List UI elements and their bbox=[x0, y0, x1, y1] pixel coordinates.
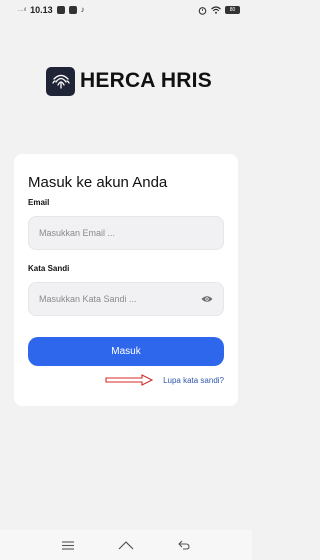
status-bar: ....ıl 10.13 ♪ 80 bbox=[0, 0, 252, 20]
status-right: 80 bbox=[198, 6, 240, 15]
password-field-box[interactable] bbox=[28, 282, 224, 316]
login-card: Masuk ke akun Anda Email Kata Sandi Masu… bbox=[14, 154, 238, 406]
navigation-bar bbox=[0, 530, 252, 560]
alarm-icon bbox=[198, 6, 207, 15]
email-label: Email bbox=[28, 198, 50, 207]
fingerprint-icon bbox=[46, 66, 75, 96]
eye-icon[interactable] bbox=[201, 295, 213, 303]
annotation-arrow bbox=[104, 373, 154, 392]
back-icon[interactable] bbox=[178, 540, 190, 550]
password-field[interactable] bbox=[39, 294, 201, 304]
battery-icon: 80 bbox=[225, 6, 240, 14]
login-button[interactable]: Masuk bbox=[28, 337, 224, 366]
signal-icon: ....ıl bbox=[18, 7, 27, 13]
wifi-icon bbox=[211, 6, 221, 14]
brand-name: HERCA HRIS bbox=[80, 69, 212, 92]
email-field[interactable] bbox=[39, 228, 213, 238]
password-label: Kata Sandi bbox=[28, 264, 70, 273]
status-left: ....ıl 10.13 ♪ bbox=[18, 5, 85, 15]
card-title: Masuk ke akun Anda bbox=[28, 174, 168, 191]
menu-icon[interactable] bbox=[62, 540, 74, 550]
tiktok-icon: ♪ bbox=[80, 5, 85, 14]
brand-logo: HERCA HRIS bbox=[46, 66, 212, 96]
home-icon[interactable] bbox=[118, 540, 134, 550]
status-time: 10.13 bbox=[30, 5, 53, 15]
forgot-password-link[interactable]: Lupa kata sandi? bbox=[163, 376, 224, 385]
gallery-icon bbox=[68, 6, 77, 14]
mail-icon bbox=[56, 6, 65, 14]
email-field-box[interactable] bbox=[28, 216, 224, 250]
